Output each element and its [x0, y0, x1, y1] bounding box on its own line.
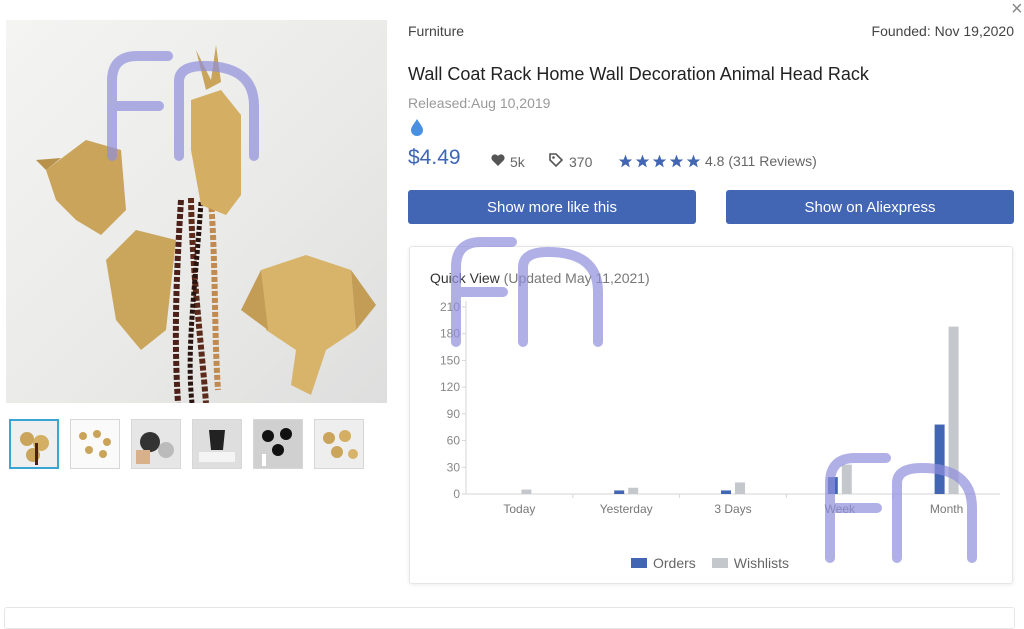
y-tick-label: 60	[447, 434, 461, 448]
wishlists-bar	[841, 464, 852, 494]
orders-bar	[614, 490, 625, 494]
orders-bar	[721, 490, 731, 494]
wishlists-bar	[735, 482, 745, 494]
quick-view-chart: 0 30 60 90 120 150 180 210 Today Yesterday 3 Days W…	[440, 300, 1000, 516]
next-section-card	[4, 607, 1015, 629]
likes-value: 5k	[510, 153, 525, 170]
chart-updated-date: (Updated May 11,2021)	[503, 270, 650, 286]
y-tick-label: 120	[440, 380, 460, 394]
product-main-image	[6, 20, 387, 403]
x-tick-label: 3 Days	[714, 502, 751, 516]
legend-wishlists[interactable]: Wishlists	[711, 555, 790, 571]
y-tick-label: 210	[440, 300, 460, 314]
star-rating	[618, 154, 701, 168]
thumbnail-5[interactable]	[253, 419, 303, 469]
rating-text: 4.8 (311 Reviews)	[705, 153, 817, 169]
tag-icon	[549, 153, 564, 170]
star-icon	[618, 154, 633, 168]
y-tick-label: 0	[453, 487, 460, 501]
close-icon[interactable]: ×	[1011, 0, 1023, 21]
thumbnail-6[interactable]	[314, 419, 364, 469]
wishlists-bar	[628, 487, 639, 494]
show-on-aliexpress-button[interactable]: Show on Aliexpress	[726, 190, 1014, 224]
thumbnail-4[interactable]	[192, 419, 242, 469]
product-rating: 4.8 (311 Reviews)	[618, 153, 817, 169]
orders-bar	[827, 477, 838, 494]
tags-value: 370	[569, 153, 593, 170]
released-date: Released:Aug 10,2019	[408, 95, 551, 111]
orders-bar	[934, 424, 945, 494]
thumbnail-strip	[9, 419, 364, 469]
star-icon	[635, 154, 650, 168]
x-tick-label: Yesterday	[600, 502, 653, 516]
quick-view-card: Quick View (Updated May 11,2021) 0 30 60 90…	[409, 246, 1013, 584]
x-tick-label: Today	[503, 502, 535, 516]
y-tick-label: 30	[447, 460, 461, 474]
legend-orders-label: Orders	[653, 555, 696, 571]
heart-icon	[490, 153, 506, 170]
chart-title: Quick View (Updated May 11,2021)	[430, 270, 650, 286]
legend-wishlists-label: Wishlists	[733, 555, 790, 571]
star-icon	[686, 154, 701, 168]
chart-legend: Orders Wishlists	[631, 555, 789, 571]
chart-title-text: Quick View	[430, 270, 500, 286]
thumbnail-3[interactable]	[131, 419, 181, 469]
drop-icon	[408, 117, 426, 137]
tags-count: 370	[549, 153, 592, 170]
star-icon	[652, 154, 667, 168]
wishlists-bar	[948, 326, 959, 494]
thumbnail-2[interactable]	[70, 419, 120, 469]
likes-count: 5k	[490, 153, 525, 170]
y-tick-label: 150	[440, 353, 460, 367]
legend-orders[interactable]: Orders	[631, 555, 696, 571]
product-category: Furniture	[408, 23, 465, 39]
x-tick-label: Month	[930, 502, 963, 516]
y-tick-label: 180	[440, 327, 460, 341]
product-title: Wall Coat Rack Home Wall Decoration Anim…	[408, 64, 869, 84]
wishlists-bar	[521, 489, 532, 494]
thumbnail-1[interactable]	[9, 419, 59, 469]
star-icon	[669, 154, 684, 168]
store-founded-date: Founded: Nov 19,2020	[871, 23, 1014, 39]
y-tick-label: 90	[447, 407, 461, 421]
x-tick-label: Week	[825, 502, 856, 516]
product-price: $4.49	[408, 146, 461, 169]
show-more-like-this-button[interactable]: Show more like this	[408, 190, 696, 224]
